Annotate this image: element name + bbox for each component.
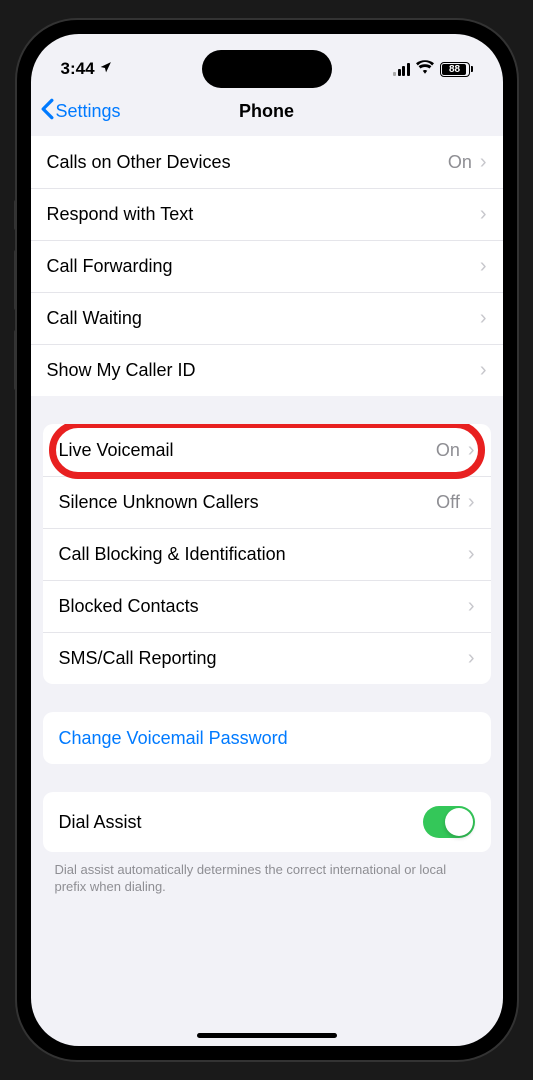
row-label: Show My Caller ID bbox=[47, 360, 480, 381]
row-respond-with-text[interactable]: Respond with Text › bbox=[31, 188, 503, 240]
chevron-left-icon bbox=[41, 98, 54, 125]
row-live-voicemail[interactable]: Live Voicemail On › bbox=[43, 424, 491, 476]
toggle-switch[interactable] bbox=[423, 806, 475, 838]
chevron-right-icon: › bbox=[480, 151, 487, 174]
row-label: SMS/Call Reporting bbox=[59, 648, 468, 669]
row-call-waiting[interactable]: Call Waiting › bbox=[31, 292, 503, 344]
home-indicator[interactable] bbox=[197, 1033, 337, 1038]
chevron-right-icon: › bbox=[480, 203, 487, 226]
chevron-right-icon: › bbox=[468, 595, 475, 618]
phone-frame: 3:44 88 bbox=[17, 20, 517, 1060]
row-label: Silence Unknown Callers bbox=[59, 492, 437, 513]
wifi-icon bbox=[416, 59, 434, 79]
row-label: Call Waiting bbox=[47, 308, 480, 329]
section-dial-assist: Dial Assist bbox=[43, 792, 491, 852]
chevron-right-icon: › bbox=[480, 307, 487, 330]
row-call-forwarding[interactable]: Call Forwarding › bbox=[31, 240, 503, 292]
back-label: Settings bbox=[56, 101, 121, 122]
footer-text: Dial assist automatically determines the… bbox=[31, 856, 503, 902]
row-label: Live Voicemail bbox=[59, 440, 436, 461]
location-icon bbox=[99, 59, 112, 79]
battery-icon: 88 bbox=[440, 62, 473, 77]
row-label: Respond with Text bbox=[47, 204, 480, 225]
back-button[interactable]: Settings bbox=[41, 98, 121, 125]
row-dial-assist[interactable]: Dial Assist bbox=[43, 792, 491, 852]
chevron-right-icon: › bbox=[468, 439, 475, 462]
chevron-right-icon: › bbox=[480, 255, 487, 278]
nav-bar: Settings Phone bbox=[31, 86, 503, 136]
row-silence-unknown[interactable]: Silence Unknown Callers Off › bbox=[43, 476, 491, 528]
row-calls-other-devices[interactable]: Calls on Other Devices On › bbox=[31, 136, 503, 188]
page-title: Phone bbox=[239, 101, 294, 122]
section-voicemail: Live Voicemail On › Silence Unknown Call… bbox=[43, 424, 491, 684]
row-show-caller-id[interactable]: Show My Caller ID › bbox=[31, 344, 503, 396]
chevron-right-icon: › bbox=[468, 543, 475, 566]
row-label: Calls on Other Devices bbox=[47, 152, 448, 173]
chevron-right-icon: › bbox=[468, 647, 475, 670]
signal-icon bbox=[393, 63, 410, 76]
row-call-blocking[interactable]: Call Blocking & Identification › bbox=[43, 528, 491, 580]
row-label: Blocked Contacts bbox=[59, 596, 468, 617]
row-sms-call-reporting[interactable]: SMS/Call Reporting › bbox=[43, 632, 491, 684]
row-change-voicemail-password[interactable]: Change Voicemail Password bbox=[43, 712, 491, 764]
screen: 3:44 88 bbox=[31, 34, 503, 1046]
row-value: On bbox=[436, 440, 460, 461]
section-calls: Calls on Other Devices On › Respond with… bbox=[31, 136, 503, 396]
content[interactable]: Calls on Other Devices On › Respond with… bbox=[31, 136, 503, 1046]
chevron-right-icon: › bbox=[468, 491, 475, 514]
row-value: On bbox=[448, 152, 472, 173]
row-label: Call Blocking & Identification bbox=[59, 544, 468, 565]
row-blocked-contacts[interactable]: Blocked Contacts › bbox=[43, 580, 491, 632]
section-password: Change Voicemail Password bbox=[43, 712, 491, 764]
dynamic-island bbox=[202, 50, 332, 88]
status-time: 3:44 bbox=[61, 59, 95, 79]
link-label: Change Voicemail Password bbox=[59, 728, 475, 749]
chevron-right-icon: › bbox=[480, 359, 487, 382]
row-value: Off bbox=[436, 492, 460, 513]
row-label: Dial Assist bbox=[59, 812, 423, 833]
row-label: Call Forwarding bbox=[47, 256, 480, 277]
